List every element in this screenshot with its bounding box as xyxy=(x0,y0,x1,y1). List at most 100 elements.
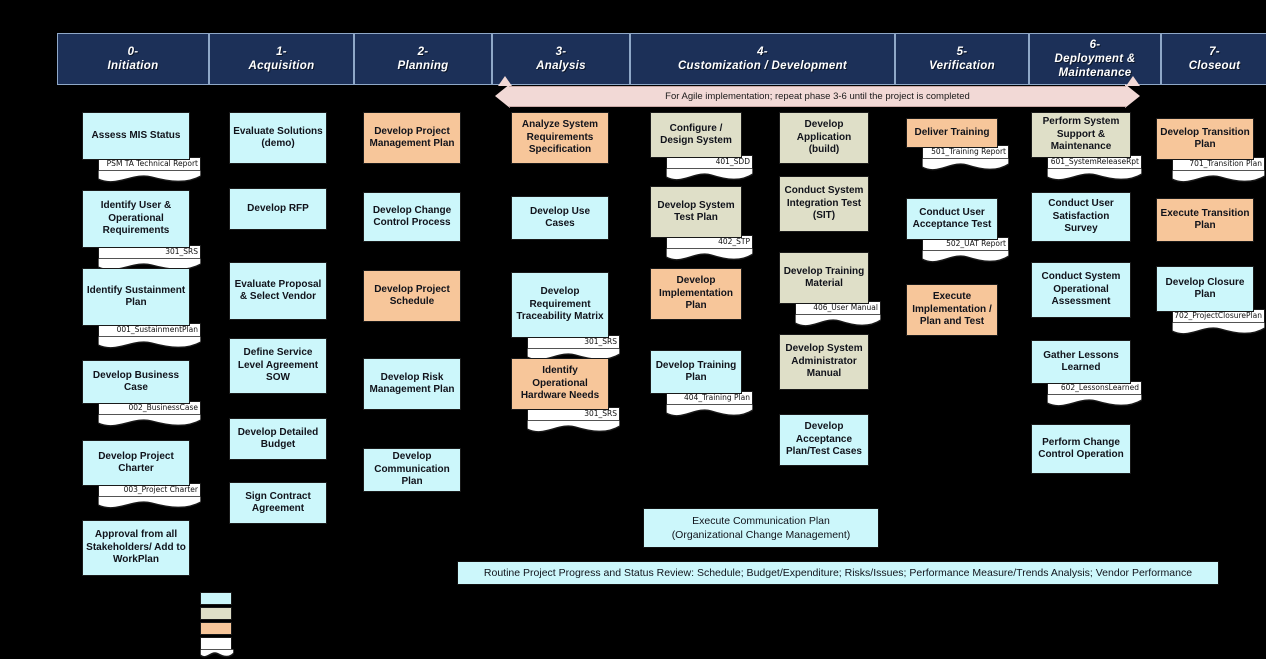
phase-number: 3- xyxy=(555,46,567,58)
task-label: Develop Acceptance Plan/Test Cases xyxy=(786,421,862,458)
document-artifact-label: 001_SustainmentPlan xyxy=(116,325,198,334)
document-wave-icon xyxy=(1047,394,1142,409)
task-box[interactable]: Evaluate Proposal & Select Vendor xyxy=(229,262,327,320)
phase-name: Acquisition xyxy=(248,60,315,72)
task-box[interactable]: Develop Business Case xyxy=(82,360,190,404)
document-wave-icon xyxy=(666,168,753,183)
phase-header-initiation[interactable]: 0- Initiation xyxy=(57,33,209,85)
task-label: Develop Project Schedule xyxy=(374,283,450,308)
task-label: Conduct System Integration Test (SIT) xyxy=(784,185,864,222)
task-box[interactable]: Develop Change Control Process xyxy=(363,192,461,242)
task-label: Identify Operational Hardware Needs xyxy=(520,365,600,402)
phase-header-customization-development[interactable]: 4- Customization / Development xyxy=(630,33,895,85)
wide-task-bar[interactable]: Routine Project Progress and Status Revi… xyxy=(457,561,1219,585)
document-artifact-label: 602_LessonsLearned xyxy=(1060,383,1139,392)
task-box[interactable]: Analyze System Requirements Specificatio… xyxy=(511,112,609,164)
phase-header-planning[interactable]: 2- Planning xyxy=(354,33,492,85)
phase-number: 6- xyxy=(1089,39,1101,51)
document-artifact-label: 402_STP xyxy=(718,237,750,246)
phase-header-closeout[interactable]: 7- Closeout xyxy=(1161,33,1266,85)
task-box[interactable]: Develop Project Charter xyxy=(82,440,190,486)
task-box[interactable]: Identify Operational Hardware Needs xyxy=(511,358,609,410)
task-box[interactable]: Develop Use Cases xyxy=(511,196,609,240)
phase-header-acquisition[interactable]: 1- Acquisition xyxy=(209,33,354,85)
task-label: Identify Sustainment Plan xyxy=(86,284,186,309)
task-box[interactable]: Develop Project Management Plan xyxy=(363,112,461,164)
task-box[interactable]: Develop Project Schedule xyxy=(363,270,461,322)
task-label: Develop System Test Plan xyxy=(657,199,735,224)
task-box[interactable]: Identify User & Operational Requirements xyxy=(82,190,190,248)
document-artifact-label: 301_SRS xyxy=(584,409,617,418)
agile-pointer-right-icon xyxy=(1126,76,1140,86)
task-box[interactable]: Develop Training Plan xyxy=(650,350,742,394)
task-box[interactable]: Deliver Training xyxy=(906,118,998,148)
task-box[interactable]: Identify Sustainment Plan xyxy=(82,268,190,326)
task-box[interactable]: Develop System Test Plan xyxy=(650,186,742,238)
task-box[interactable]: Evaluate Solutions (demo) xyxy=(229,112,327,164)
document-wave-icon xyxy=(200,649,234,659)
phase-number: 0- xyxy=(127,46,139,58)
task-label: Develop Closure Plan xyxy=(1165,276,1245,301)
document-artifact-label: 701_Transition Plan xyxy=(1189,159,1262,168)
phase-header-band: 0- Initiation 1- Acquisition 2- Planning 3- Ana… xyxy=(57,33,1266,85)
wide-task-bar[interactable]: Execute Communication Plan (Organizationa… xyxy=(643,508,879,548)
task-box[interactable]: Assess MIS Status xyxy=(82,112,190,160)
task-box[interactable]: Gather Lessons Learned xyxy=(1031,340,1131,384)
document-wave-icon xyxy=(527,420,620,435)
task-box[interactable]: Develop Application (build) xyxy=(779,112,869,164)
wide-task-bar-line1: Routine Project Progress and Status Revi… xyxy=(483,567,1193,579)
task-box[interactable]: Develop Detailed Budget xyxy=(229,418,327,460)
document-wave-icon xyxy=(98,170,201,185)
document-artifact-label: 501_Training Report xyxy=(931,147,1006,156)
task-box[interactable]: Develop Risk Management Plan xyxy=(363,358,461,410)
phase-number: 4- xyxy=(757,46,768,58)
document-wave-icon xyxy=(922,250,1009,265)
task-box[interactable]: Conduct System Integration Test (SIT) xyxy=(779,176,869,232)
phase-name: Verification xyxy=(929,60,995,72)
task-label: Develop System Administrator Manual xyxy=(785,343,863,380)
agile-banner-body: For Agile implementation; repeat phase 3… xyxy=(509,86,1126,107)
task-label: Conduct User Acceptance Test xyxy=(912,206,992,231)
task-box[interactable]: Execute Transition Plan xyxy=(1156,198,1254,242)
task-box[interactable]: Conduct System Operational Assessment xyxy=(1031,262,1131,318)
document-wave-icon xyxy=(1172,322,1265,337)
task-label: Deliver Training xyxy=(914,126,990,138)
phase-header-analysis[interactable]: 3- Analysis xyxy=(492,33,630,85)
document-artifact-label: 601_SystemReleaseRpt xyxy=(1050,157,1139,166)
task-box[interactable]: Conduct User Acceptance Test xyxy=(906,198,998,240)
task-label: Analyze System Requirements Specificatio… xyxy=(521,119,599,156)
phase-header-verification[interactable]: 5- Verification xyxy=(895,33,1029,85)
phase-header-deployment-maintenance[interactable]: 6- Deployment & Maintenance xyxy=(1029,33,1161,85)
task-box[interactable]: Develop Closure Plan xyxy=(1156,266,1254,312)
task-box[interactable]: Conduct User Satisfaction Survey xyxy=(1031,192,1131,242)
document-artifact-label: 301_SRS xyxy=(165,247,198,256)
task-box[interactable]: Configure / Design System xyxy=(650,112,742,158)
task-label: Develop Communication Plan xyxy=(374,451,450,488)
task-label: Develop Change Control Process xyxy=(372,204,452,229)
task-label: Configure / Design System xyxy=(660,122,732,147)
wide-task-bar-line2: (Organizational Change Management) xyxy=(671,529,851,541)
task-label: Develop Detailed Budget xyxy=(237,426,319,451)
task-label: Perform Change Control Operation xyxy=(1038,436,1124,461)
task-box[interactable]: Perform System Support & Maintenance xyxy=(1031,112,1131,158)
task-label: Conduct System Operational Assessment xyxy=(1041,271,1121,308)
task-box[interactable]: Develop Training Material xyxy=(779,252,869,304)
document-wave-icon xyxy=(666,404,753,419)
task-box[interactable]: Develop System Administrator Manual xyxy=(779,334,869,390)
task-box[interactable]: Define Service Level Agreement SOW xyxy=(229,338,327,394)
task-box[interactable]: Develop RFP xyxy=(229,188,327,230)
task-box[interactable]: Develop Transition Plan xyxy=(1156,118,1254,160)
task-box[interactable]: Perform Change Control Operation xyxy=(1031,424,1131,474)
document-wave-icon xyxy=(98,496,201,511)
task-box[interactable]: Approval from all Stakeholders/ Add to W… xyxy=(82,520,190,576)
task-box[interactable]: Execute Implementation / Plan and Test xyxy=(906,284,998,336)
task-box[interactable]: Develop Requirement Traceability Matrix xyxy=(511,272,609,338)
task-box[interactable]: Develop Implementation Plan xyxy=(650,268,742,320)
phase-name: Analysis xyxy=(536,60,586,72)
task-box[interactable]: Develop Communication Plan xyxy=(363,448,461,492)
task-box[interactable]: Develop Acceptance Plan/Test Cases xyxy=(779,414,869,466)
phase-name: Closeout xyxy=(1188,60,1241,72)
task-label: Conduct User Satisfaction Survey xyxy=(1048,198,1114,235)
task-box[interactable]: Sign Contract Agreement xyxy=(229,482,327,524)
document-artifact-label: 002_BusinessCase xyxy=(128,403,199,412)
